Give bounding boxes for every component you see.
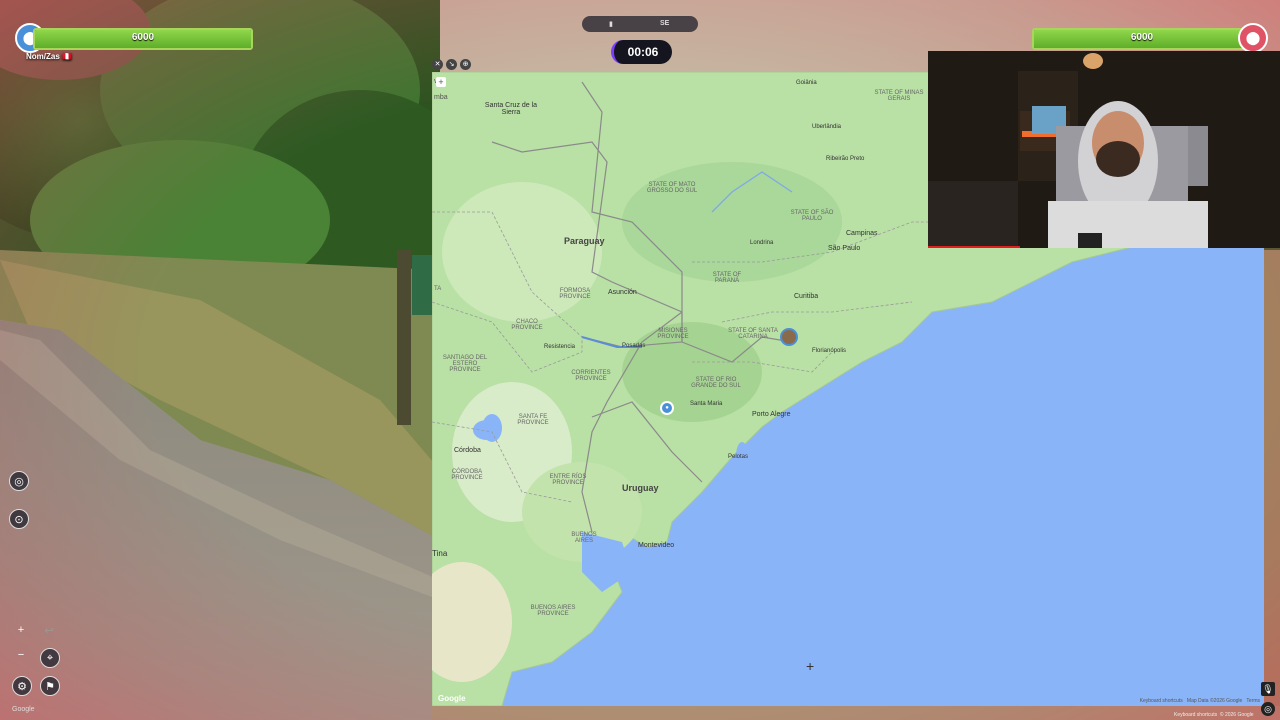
map-label-sao-paulo-state: STATE OF SÃO PAULO [790,210,834,222]
left-health-value: 6000 [131,32,155,43]
map-label-posadas: Posadas [622,343,646,349]
map-label-paraguay: Paraguay [564,236,605,246]
right-health-bar: 6000 [1032,28,1252,50]
map-toolbar: ✕ ↘ ⊕ [432,56,478,72]
map-label-mato-grosso-do-sul: STATE OF MATO GROSSO DO SUL [646,182,698,194]
map-label-santiago-del-estero: SANTIAGO DEL ESTERO PROVINCE [442,355,488,373]
map-label-florianopolis: Florianópolis [812,348,847,354]
compass-heading: SE [660,20,670,27]
map-label-santa-cruz: Santa Cruz de la Sierra [484,102,538,116]
map-label-chaco: CHACO PROVINCE [511,319,543,331]
map-label-partial-tina: Tina [432,549,448,558]
map-label-montevideo: Montevideo [638,542,675,549]
map-label-uruguay: Uruguay [622,483,659,493]
map-label-santa-catarina: STATE OF SANTA CATARINA [728,328,778,340]
map-label-parana: STATE OF PARANÁ [712,272,742,284]
map-label-santa-fe: SANTA FE PROVINCE [517,414,549,426]
camera-switch-icon[interactable]: ◎ [9,471,29,491]
streamer-webcam [928,51,1280,248]
map-label-santa-maria: Santa Maria [690,401,723,407]
map-label-uberlandia: Uberlândia [812,124,842,130]
map-label-minas-gerais: STATE OF MINAS GERAIS [874,90,924,102]
map-data-copyright: Map Data ©2026 Google [1186,698,1243,704]
footer-attribution: Keyboard shortcuts © 2026 Google [1174,712,1254,718]
compass-tick: ▮ [609,21,613,28]
map-pin-toggle-icon[interactable]: ⊕ [460,58,471,70]
compass-reset-icon[interactable]: ◎ [1261,702,1275,716]
map-label-asuncion: Asunción [608,289,637,296]
opponent-guess-marker [780,328,798,346]
map-label-sao-paulo: São Paulo [828,245,861,252]
map-terms-link[interactable]: Terms [1246,698,1260,704]
streetview-google-logo: Google [12,706,35,713]
map-label-curitiba: Curitiba [794,293,819,300]
map-label-cordoba: Córdoba [454,447,481,454]
flag-icon[interactable]: ⚑ [40,676,60,696]
round-timer: 00:06 [611,40,672,64]
map-label-resistencia: Resistencia [544,344,576,350]
webcam-feed [928,51,1280,248]
streetview-zoom-in-button[interactable]: + [12,621,30,639]
map-label-pelotas: Pelotas [728,454,749,460]
map-label-ribeirao-preto: Ribeirão Preto [826,156,865,162]
map-label-formosa: FORMOSA PROVINCE [559,288,591,300]
undo-move-button[interactable]: ↩ [40,621,58,639]
map-label-entre-rios: ENTRE RÍOS PROVINCE [549,474,587,486]
map-zoom-in-icon[interactable]: + [436,77,446,87]
compass: ▮ SE [582,16,698,32]
map-attribution: Keyboard shortcuts Map Data ©2026 Google… [1140,698,1260,704]
settings-gear-icon[interactable]: ⚙ [12,676,32,696]
right-team-pin-icon: ⬤ [1238,23,1268,53]
streetview-zoom-out-button[interactable]: − [12,646,30,664]
map-label-misiones: MISIONES PROVINCE [657,328,689,340]
footer-keyboard-shortcuts[interactable]: Keyboard shortcuts [1174,712,1217,718]
map-label-cordoba-province: CÓRDOBA PROVINCE [451,469,483,481]
map-google-logo: Google [438,694,466,703]
map-label-partial-mba: mba [434,94,448,101]
return-to-start-icon[interactable]: ⊙ [9,509,29,529]
player-name: Nom/Zas 🇵🇪 [26,52,72,61]
crosshair-cursor-icon: + [806,658,815,674]
map-label-buenos-aires-province: BUENOS AIRES PROVINCE [530,605,576,617]
map-label-partial-ta: TA [434,286,442,292]
right-health-value: 6000 [1130,32,1154,43]
microphone-icon[interactable]: 🎙 [1261,682,1275,696]
map-label-goiania: Goiânia [796,80,817,86]
map-keyboard-shortcuts[interactable]: Keyboard shortcuts [1140,698,1183,704]
left-health-bar: 6000 [33,28,253,50]
map-size-increase-icon[interactable]: ↘ [446,58,457,70]
map-size-decrease-icon[interactable]: ✕ [432,58,443,70]
map-label-campinas: Campinas [846,230,878,237]
map-label-londrina: Londrina [750,240,774,246]
player-guess-pin-icon[interactable]: ● [660,401,674,415]
location-pin-icon[interactable]: ⌖ [40,648,60,668]
map-label-buenos-aires: BUENOS AIRES [571,532,597,544]
map-label-porto-alegre: Porto Alegre [752,411,791,418]
footer-copyright: © 2026 Google [1219,712,1254,718]
map-label-rio-grande-do-sul: STATE OF RIO GRANDE DO SUL [691,377,741,389]
map-label-corrientes: CORRIENTES PROVINCE [571,370,611,382]
